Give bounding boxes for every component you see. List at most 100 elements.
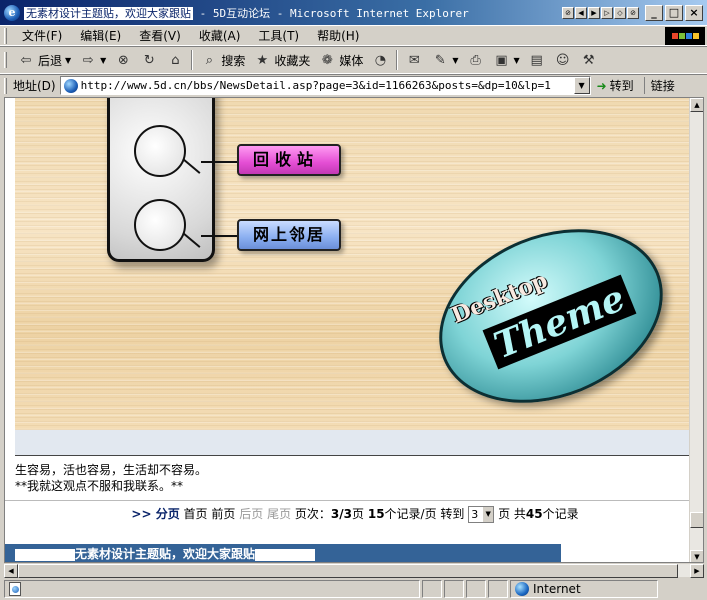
address-dropdown-button[interactable]: ▼ — [573, 77, 590, 94]
first-page-link[interactable]: 首页 — [184, 507, 208, 521]
forward-arrow-icon: ⇨ — [82, 52, 94, 68]
back-button[interactable]: ⇦ 后退 ▼ — [13, 48, 75, 72]
maximize-button[interactable]: □ — [665, 4, 683, 21]
home-icon: ⌂ — [171, 52, 180, 68]
home-button[interactable]: ⌂ — [162, 48, 188, 72]
status-pane — [422, 579, 442, 598]
favorites-icon: ★ — [256, 52, 269, 68]
links-button[interactable]: 链接 — [643, 77, 675, 94]
close-button[interactable]: × — [685, 4, 703, 21]
history-button[interactable]: ◔ — [367, 48, 393, 72]
chevron-down-icon[interactable]: ▼ — [452, 56, 458, 65]
media-icon: ❁ — [321, 52, 333, 68]
mini-button[interactable]: ◇ — [614, 6, 626, 19]
search-icon: ⌕ — [205, 52, 213, 68]
records-per-page: 15 — [367, 507, 385, 521]
thread-title: 无素材设计主题贴，欢迎大家跟贴 — [75, 547, 256, 561]
stop-icon: ⊗ — [117, 52, 129, 68]
address-url[interactable]: http://www.5d.cn/bbs/NewsDetail.asp?page… — [81, 79, 574, 92]
total-records: 45 — [525, 507, 543, 521]
status-main-pane — [4, 579, 420, 598]
ie-icon[interactable]: e — [4, 4, 20, 21]
last-page-link: 尾页 — [267, 507, 292, 521]
thread-title-bar: 无素材设计主题贴，欢迎大家跟贴 — [5, 544, 561, 562]
menu-help[interactable]: 帮助(H) — [308, 27, 368, 45]
menu-bar: 文件(F) 编辑(E) 查看(V) 收藏(A) 工具(T) 帮助(H) — [0, 26, 707, 46]
chevron-down-icon[interactable]: ▼ — [100, 56, 106, 65]
panel-circle — [134, 125, 186, 177]
connector-line — [201, 235, 237, 237]
favorites-button[interactable]: ★ 收藏夹 — [249, 48, 314, 72]
discuss-button[interactable]: ▣ ▼ — [489, 48, 524, 72]
menu-file[interactable]: 文件(F) — [13, 27, 71, 45]
edit-button[interactable]: ✎ ▼ — [427, 48, 462, 72]
mini-button[interactable]: ⊘ — [627, 6, 639, 19]
refresh-icon: ↻ — [143, 52, 155, 68]
address-bar: 地址(D) http://www.5d.cn/bbs/NewsDetail.as… — [0, 74, 707, 96]
scroll-right-button[interactable]: ▶ — [690, 564, 704, 578]
address-input[interactable]: http://www.5d.cn/bbs/NewsDetail.asp?page… — [59, 76, 591, 95]
status-bar: Internet — [0, 577, 707, 600]
toolbar-separator — [191, 50, 194, 70]
messenger-button[interactable]: ☺ — [550, 48, 576, 72]
menu-tools[interactable]: 工具(T) — [249, 27, 308, 45]
search-button[interactable]: ⌕ 搜索 — [196, 48, 249, 72]
scroll-left-button[interactable]: ◀ — [4, 564, 18, 578]
page-loaded-icon — [9, 581, 21, 596]
address-label: 地址(D) — [13, 79, 56, 93]
scroll-up-button[interactable]: ▲ — [690, 98, 703, 112]
page-count: 3/3 — [330, 507, 353, 521]
title-bar: e 无素材设计主题贴，欢迎大家跟贴 - 5D互动论坛 - Microsoft I… — [0, 0, 707, 26]
forward-button[interactable]: ⇨ ▼ — [75, 48, 110, 72]
status-pane — [466, 579, 486, 598]
status-pane — [444, 579, 464, 598]
horizontal-scroll-thumb[interactable] — [18, 564, 678, 578]
globe-icon — [515, 581, 529, 596]
chevron-down-icon[interactable]: ▼ — [65, 56, 71, 65]
signature-line-2: **我就这观点不服和我联系。** — [15, 479, 184, 493]
minimize-button[interactable]: _ — [645, 4, 663, 21]
refresh-button[interactable]: ↻ — [136, 48, 162, 72]
mail-icon: ✉ — [408, 52, 420, 68]
chevron-down-icon[interactable]: ▼ — [514, 56, 520, 65]
toolbar-grip[interactable] — [4, 52, 7, 68]
mail-button[interactable]: ✉ — [401, 48, 427, 72]
go-button[interactable]: ➜ 转到 — [597, 77, 634, 94]
print-icon: ⎙ — [470, 52, 481, 68]
page-select[interactable]: 3 ▼ — [468, 506, 495, 523]
print-button[interactable]: ⎙ — [463, 48, 489, 72]
horizontal-scrollbar[interactable]: ◀ ▶ — [4, 563, 704, 578]
scroll-down-button[interactable]: ▼ — [690, 550, 703, 562]
tools-button[interactable]: ⚒ — [576, 48, 602, 72]
vertical-scroll-thumb[interactable] — [690, 512, 703, 528]
messenger-icon: ☺ — [555, 52, 570, 68]
research-button[interactable]: ▤ — [524, 48, 550, 72]
menu-view[interactable]: 查看(V) — [130, 27, 190, 45]
pager-title: 分页 — [155, 507, 180, 521]
address-grip[interactable] — [4, 77, 7, 94]
mini-button[interactable]: ▶ — [588, 6, 600, 19]
tools-icon: ⚒ — [582, 52, 595, 68]
media-button[interactable]: ❁ 媒体 — [314, 48, 367, 72]
menu-grip[interactable] — [4, 27, 7, 44]
mini-button[interactable]: ⊘ — [562, 6, 574, 19]
menu-favorites[interactable]: 收藏(A) — [190, 27, 250, 45]
title-highlight-block — [255, 548, 316, 561]
next-page-link: 后页 — [239, 507, 264, 521]
stop-button[interactable]: ⊗ — [110, 48, 136, 72]
signature-line-1: 生容易，活也容易，生活却不容易。 — [15, 463, 208, 477]
divider — [5, 500, 703, 501]
chevron-down-icon[interactable]: ▼ — [483, 507, 494, 522]
mini-button[interactable]: ▷ — [601, 6, 613, 19]
desktop-theme-badge: Desktop Theme — [413, 197, 689, 435]
mini-button[interactable]: ◀ — [575, 6, 587, 19]
recycle-bin-label: 回收站 — [237, 144, 341, 176]
post-separator-strip — [15, 430, 690, 456]
vertical-scrollbar[interactable]: ▲ ▼ — [689, 98, 703, 562]
theme-preview-image: 回收站 网上邻居 Desktop Theme — [15, 98, 690, 435]
prev-page-link[interactable]: 前页 — [211, 507, 235, 521]
document-icon: ▤ — [530, 52, 543, 68]
menu-edit[interactable]: 编辑(E) — [71, 27, 130, 45]
page-icon — [63, 78, 78, 93]
security-zone[interactable]: Internet — [510, 579, 658, 598]
